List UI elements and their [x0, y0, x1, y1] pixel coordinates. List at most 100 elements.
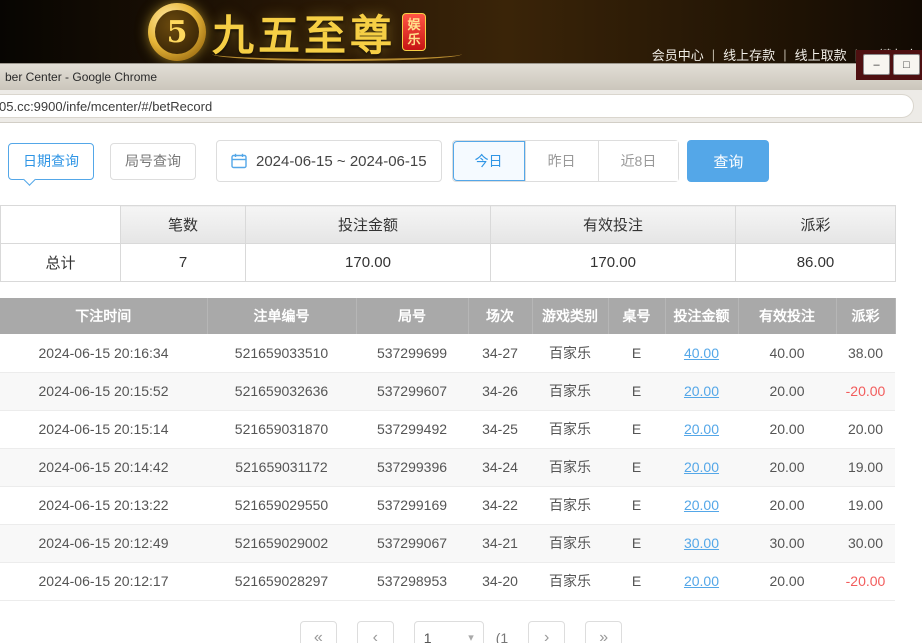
session-cell: 34-26: [468, 372, 532, 410]
bet-amount-link[interactable]: 20.00: [684, 497, 719, 513]
valid-bet-cell: 20.00: [738, 562, 836, 600]
order-id-cell: 521659032636: [207, 372, 356, 410]
session-cell: 34-27: [468, 334, 532, 372]
window-titlebar[interactable]: ber Center - Google Chrome: [0, 63, 922, 90]
quick-yesterday-button[interactable]: 昨日: [525, 141, 598, 181]
site-header: 5 九五至尊 娱 乐 会员中心|线上存款|线上取款|一键归户: [0, 0, 922, 63]
logo-coin-icon: 5: [148, 3, 206, 61]
summary-header-payout: 派彩: [736, 206, 896, 244]
table-id-cell: E: [608, 562, 665, 600]
bet-amount-cell: 20.00: [665, 372, 738, 410]
next-page-button[interactable]: ›: [528, 621, 565, 643]
payout-cell: 20.00: [836, 410, 895, 448]
page-number: 1: [424, 630, 432, 643]
round-id-cell: 537299396: [356, 448, 468, 486]
bet-time-cell: 2024-06-15 20:13:22: [0, 486, 207, 524]
date-range-picker[interactable]: 2024-06-15 ~ 2024-06-15: [216, 140, 442, 182]
order-id-cell: 521659029550: [207, 486, 356, 524]
valid-bet-cell: 20.00: [738, 486, 836, 524]
bet-amount-link[interactable]: 30.00: [684, 535, 719, 551]
tab-round-query[interactable]: 局号查询: [110, 143, 196, 180]
round-id-cell: 537299699: [356, 334, 468, 372]
date-range-text: 2024-06-15 ~ 2024-06-15: [256, 153, 427, 170]
nav-item[interactable]: 会员中心: [652, 45, 704, 63]
bet-table-body: 2024-06-15 20:16:34521659033510537299699…: [0, 334, 895, 600]
session-cell: 34-25: [468, 410, 532, 448]
bet-time-cell: 2024-06-15 20:12:49: [0, 524, 207, 562]
session-cell: 34-24: [468, 448, 532, 486]
maximize-button[interactable]: □: [893, 54, 920, 75]
prev-page-button[interactable]: ‹: [357, 621, 394, 643]
bet-amount-link[interactable]: 20.00: [684, 459, 719, 475]
session-cell: 34-20: [468, 562, 532, 600]
order-id-cell: 521659031870: [207, 410, 356, 448]
bet-amount-cell: 30.00: [665, 524, 738, 562]
bet-time-cell: 2024-06-15 20:14:42: [0, 448, 207, 486]
bet-row: 2024-06-15 20:13:22521659029550537299169…: [0, 486, 895, 524]
game-type-cell: 百家乐: [532, 372, 608, 410]
table-id-cell: E: [608, 334, 665, 372]
summary-header-count: 笔数: [121, 206, 246, 244]
first-page-button[interactable]: «: [300, 621, 337, 643]
logo-flourish: [212, 47, 462, 61]
nav-item[interactable]: 线上取款: [795, 45, 847, 63]
summary-header-bet-amount: 投注金额: [246, 206, 491, 244]
valid-bet-cell: 30.00: [738, 524, 836, 562]
window-title: ber Center - Google Chrome: [5, 70, 157, 84]
bet-amount-link[interactable]: 20.00: [684, 383, 719, 399]
table-id-cell: E: [608, 486, 665, 524]
session-cell: 34-22: [468, 486, 532, 524]
summary-header-row: 笔数 投注金额 有效投注 派彩: [1, 206, 896, 244]
bet-amount-link[interactable]: 20.00: [684, 421, 719, 437]
bet-time-cell: 2024-06-15 20:15:52: [0, 372, 207, 410]
quick-last8days-button[interactable]: 近8日: [598, 141, 679, 181]
quick-today-button[interactable]: 今日: [453, 141, 525, 181]
bet-table: 下注时间注单编号局号场次游戏类别桌号投注金额有效投注派彩 2024-06-15 …: [0, 298, 896, 601]
summary-total-label: 总计: [1, 244, 121, 282]
table-id-cell: E: [608, 524, 665, 562]
tab-date-query[interactable]: 日期查询: [8, 143, 94, 180]
minimize-button[interactable]: –: [863, 54, 890, 75]
game-type-cell: 百家乐: [532, 486, 608, 524]
logo-badge: 娱 乐: [402, 13, 426, 51]
round-id-cell: 537298953: [356, 562, 468, 600]
order-id-cell: 521659029002: [207, 524, 356, 562]
bet-col-header: 有效投注: [738, 298, 836, 334]
bet-time-cell: 2024-06-15 20:15:14: [0, 410, 207, 448]
browser-toolbar: 05.cc:9900/infe/mcenter/#/betRecord: [0, 90, 922, 123]
page-select[interactable]: 1 ▾: [414, 621, 484, 643]
bet-amount-cell: 20.00: [665, 486, 738, 524]
bet-col-header: 下注时间: [0, 298, 207, 334]
bet-col-header: 投注金额: [665, 298, 738, 334]
search-button[interactable]: 查询: [687, 140, 769, 182]
payout-cell: 19.00: [836, 448, 895, 486]
bet-amount-link[interactable]: 40.00: [684, 345, 719, 361]
game-type-cell: 百家乐: [532, 410, 608, 448]
round-id-cell: 537299067: [356, 524, 468, 562]
bet-col-header: 场次: [468, 298, 532, 334]
bet-col-header: 桌号: [608, 298, 665, 334]
bet-amount-cell: 20.00: [665, 448, 738, 486]
bet-record-page: 日期查询 局号查询 2024-06-15 ~ 2024-06-15 今日 昨日 …: [0, 123, 922, 643]
summary-total-row: 总计 7 170.00 170.00 86.00: [1, 244, 896, 282]
bet-col-header: 派彩: [836, 298, 895, 334]
last-page-button[interactable]: »: [585, 621, 622, 643]
url-text: 05.cc:9900/infe/mcenter/#/betRecord: [0, 99, 212, 114]
bet-time-cell: 2024-06-15 20:16:34: [0, 334, 207, 372]
bet-table-header-row: 下注时间注单编号局号场次游戏类别桌号投注金额有效投注派彩: [0, 298, 895, 334]
bet-amount-link[interactable]: 20.00: [684, 573, 719, 589]
valid-bet-cell: 20.00: [738, 372, 836, 410]
bet-amount-cell: 20.00: [665, 562, 738, 600]
address-bar[interactable]: 05.cc:9900/infe/mcenter/#/betRecord: [0, 94, 914, 118]
bet-amount-cell: 20.00: [665, 410, 738, 448]
window-controls: – □: [856, 50, 922, 80]
summary-table: 笔数 投注金额 有效投注 派彩 总计 7 170.00 170.00 86.00: [0, 205, 896, 282]
nav-item[interactable]: 线上存款: [723, 45, 775, 63]
payout-cell: 38.00: [836, 334, 895, 372]
payout-cell: -20.00: [836, 562, 895, 600]
game-type-cell: 百家乐: [532, 448, 608, 486]
summary-payout-value: 86.00: [736, 244, 896, 282]
summary-blank-header: [1, 206, 121, 244]
bet-time-cell: 2024-06-15 20:12:17: [0, 562, 207, 600]
session-cell: 34-21: [468, 524, 532, 562]
